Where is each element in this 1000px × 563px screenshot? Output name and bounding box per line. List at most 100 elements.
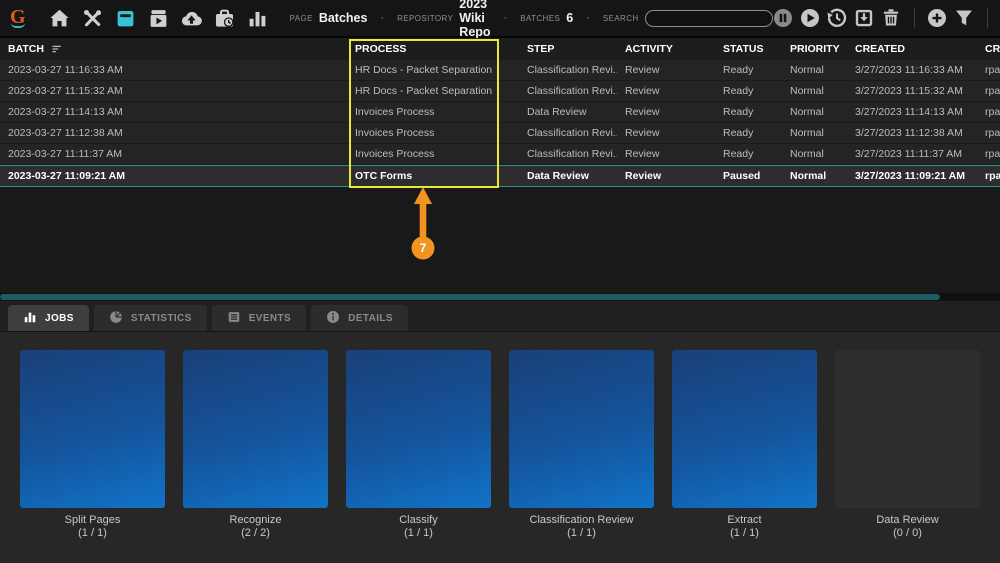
separator-dot: · xyxy=(504,12,508,24)
job-card-data-review[interactable]: Data Review (0 / 0) xyxy=(835,350,980,539)
table-row[interactable]: 2023-03-27 11:14:13 AMInvoices ProcessDa… xyxy=(0,102,1000,123)
sort-icon[interactable] xyxy=(51,43,63,55)
cell-step: Data Review xyxy=(519,170,617,182)
batches-page: G PAGE Batches · REPOSITORY 2023 Wiki Re… xyxy=(0,0,1000,563)
cell-status: Ready xyxy=(715,148,782,160)
cell-batch: 2023-03-27 11:11:37 AM xyxy=(0,148,347,160)
cell-step: Classification Revi... xyxy=(519,148,617,160)
cell-process: OTC Forms xyxy=(347,170,519,182)
pause-icon[interactable] xyxy=(773,8,794,29)
cell-priority: Normal xyxy=(782,85,847,97)
job-thumbnail[interactable] xyxy=(183,350,328,508)
toolbar-divider xyxy=(914,8,915,28)
table-row[interactable]: 2023-03-27 11:16:33 AMHR Docs - Packet S… xyxy=(0,60,1000,81)
cloud-upload-icon[interactable] xyxy=(180,6,204,30)
column-header-step[interactable]: STEP xyxy=(519,43,617,55)
table-row[interactable]: 2023-03-27 11:15:32 AMHR Docs - Packet S… xyxy=(0,81,1000,102)
cell-batch: 2023-03-27 11:09:21 AM xyxy=(0,170,347,182)
job-name: Data Review xyxy=(835,514,980,526)
page-label: PAGE xyxy=(290,14,313,23)
cell-activity: Review xyxy=(617,106,715,118)
add-icon[interactable] xyxy=(927,8,948,29)
job-name: Classification Review xyxy=(509,514,654,526)
job-card-extract[interactable]: Extract (1 / 1) xyxy=(672,350,817,539)
job-count: (0 / 0) xyxy=(835,527,980,539)
cell-step: Classification Revi... xyxy=(519,127,617,139)
table-row[interactable]: 2023-03-27 11:11:37 AMInvoices ProcessCl… xyxy=(0,144,1000,165)
jobs-panel: Split Pages (1 / 1) Recognize (2 / 2) Cl… xyxy=(0,332,1000,563)
job-activity-icon[interactable] xyxy=(147,6,171,30)
cell-activity: Review xyxy=(617,85,715,97)
job-thumbnail[interactable] xyxy=(835,350,980,508)
cell-activity: Review xyxy=(617,148,715,160)
job-card-recognize[interactable]: Recognize (2 / 2) xyxy=(183,350,328,539)
job-card-split-pages[interactable]: Split Pages (1 / 1) xyxy=(20,350,165,539)
top-toolbar: G PAGE Batches · REPOSITORY 2023 Wiki Re… xyxy=(0,0,1000,38)
cell-created: 3/27/2023 11:09:21 AM xyxy=(847,170,977,182)
cell-created: 3/27/2023 11:12:38 AM xyxy=(847,127,977,139)
cell-batch: 2023-03-27 11:12:38 AM xyxy=(0,127,347,139)
job-count: (1 / 1) xyxy=(672,527,817,539)
grid-header: BATCHPROCESSSTEPACTIVITYSTATUSPRIORITYCR… xyxy=(0,38,1000,60)
table-row[interactable]: 2023-03-27 11:12:38 AMInvoices ProcessCl… xyxy=(0,123,1000,144)
job-count: (2 / 2) xyxy=(183,527,328,539)
page-value: Batches xyxy=(319,11,368,25)
nav-icon-group xyxy=(48,6,270,30)
job-thumbnail[interactable] xyxy=(672,350,817,508)
statistics-icon[interactable] xyxy=(246,6,270,30)
column-header-batch[interactable]: BATCH xyxy=(0,43,347,55)
tab-statistics[interactable]: STATISTICS xyxy=(94,305,207,331)
grooper-logo[interactable]: G xyxy=(10,8,26,28)
job-count: (1 / 1) xyxy=(509,527,654,539)
column-header-status[interactable]: STATUS xyxy=(715,43,782,55)
tab-events[interactable]: EVENTS xyxy=(212,305,306,331)
job-thumbnail[interactable] xyxy=(509,350,654,508)
tab-jobs[interactable]: JOBS xyxy=(8,305,89,331)
info-icon xyxy=(326,310,340,327)
cell-created_by: rpat xyxy=(977,170,1000,182)
job-thumbnail[interactable] xyxy=(346,350,491,508)
cell-step: Data Review xyxy=(519,106,617,118)
history-icon[interactable] xyxy=(827,8,848,29)
horizontal-scrollbar xyxy=(0,293,1000,301)
repository-label: REPOSITORY xyxy=(397,14,453,23)
delete-icon[interactable] xyxy=(881,8,902,29)
bar-chart-icon xyxy=(23,310,37,327)
job-count: (1 / 1) xyxy=(346,527,491,539)
cell-process: HR Docs - Packet Separation xyxy=(347,64,519,76)
column-header-activity[interactable]: ACTIVITY xyxy=(617,43,715,55)
cell-status: Ready xyxy=(715,85,782,97)
cell-created_by: rpat xyxy=(977,148,1000,160)
tab-label: DETAILS xyxy=(348,313,393,324)
toolbar-actions: ? xyxy=(773,8,1000,29)
tab-label: JOBS xyxy=(45,313,74,324)
separator-dot: · xyxy=(380,12,384,24)
tab-details[interactable]: DETAILS xyxy=(311,305,408,331)
column-header-created_by[interactable]: CRE xyxy=(977,43,1000,55)
tools-icon[interactable] xyxy=(81,6,105,30)
batches-icon[interactable] xyxy=(114,6,138,30)
column-header-created[interactable]: CREATED xyxy=(847,43,977,55)
play-icon[interactable] xyxy=(800,8,821,29)
grid-rows: 2023-03-27 11:16:33 AMHR Docs - Packet S… xyxy=(0,60,1000,187)
search-input[interactable] xyxy=(645,10,773,27)
cell-created: 3/27/2023 11:14:13 AM xyxy=(847,106,977,118)
column-header-process[interactable]: PROCESS xyxy=(347,43,519,55)
home-icon[interactable] xyxy=(48,6,72,30)
logo-letter: G xyxy=(10,8,26,26)
job-card-classification-review[interactable]: Classification Review (1 / 1) xyxy=(509,350,654,539)
job-card-classify[interactable]: Classify (1 / 1) xyxy=(346,350,491,539)
cell-process: Invoices Process xyxy=(347,148,519,160)
cell-status: Ready xyxy=(715,106,782,118)
scrollbar-thumb[interactable] xyxy=(0,294,940,300)
table-row[interactable]: 2023-03-27 11:09:21 AMOTC FormsData Revi… xyxy=(0,165,1000,187)
cell-status: Ready xyxy=(715,127,782,139)
import-icon[interactable] xyxy=(854,8,875,29)
job-thumbnail[interactable] xyxy=(20,350,165,508)
cell-created_by: rpat xyxy=(977,106,1000,118)
cell-batch: 2023-03-27 11:14:13 AM xyxy=(0,106,347,118)
filter-icon[interactable] xyxy=(954,8,975,29)
scheduled-jobs-icon[interactable] xyxy=(213,6,237,30)
repository-value[interactable]: 2023 Wiki Repo xyxy=(459,0,490,39)
column-header-priority[interactable]: PRIORITY xyxy=(782,43,847,55)
